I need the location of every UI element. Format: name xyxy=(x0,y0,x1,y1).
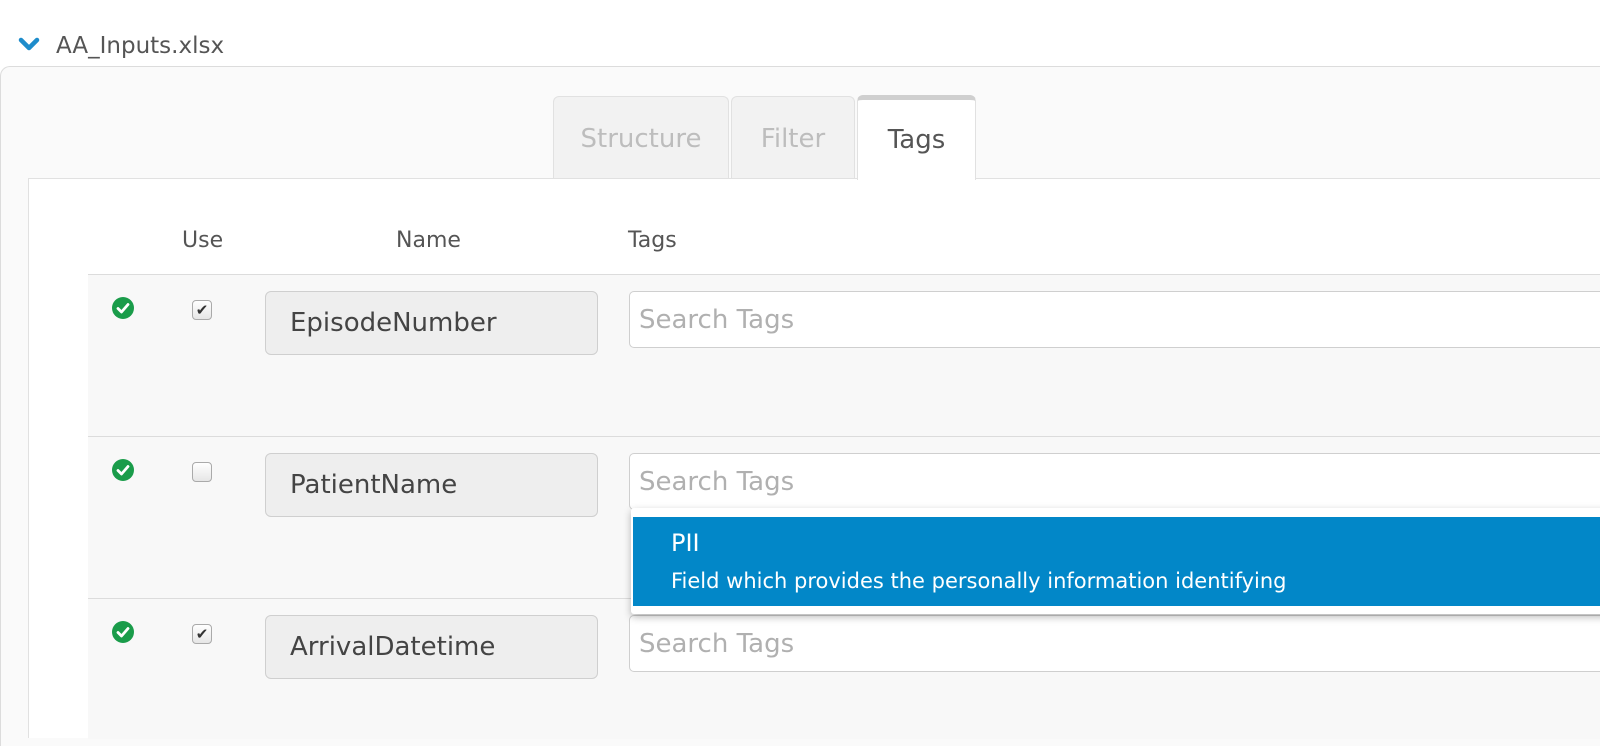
file-header[interactable]: AA_Inputs.xlsx xyxy=(0,0,1600,66)
row-divider xyxy=(88,274,1600,275)
tab-filter[interactable]: Filter xyxy=(731,96,855,180)
tag-option-title: PII xyxy=(671,529,700,557)
file-name: AA_Inputs.xlsx xyxy=(56,33,225,59)
use-checkbox[interactable] xyxy=(192,462,212,482)
chevron-down-icon[interactable] xyxy=(18,36,40,54)
row-divider xyxy=(88,436,1600,437)
name-value: EpisodeNumber xyxy=(290,308,497,338)
column-header-use: Use xyxy=(182,228,224,253)
tab-structure-label: Structure xyxy=(580,123,702,154)
use-checkbox[interactable]: ✔ xyxy=(192,300,212,320)
tab-filter-label: Filter xyxy=(760,123,826,154)
column-header-tags: Tags xyxy=(628,228,677,253)
use-checkbox[interactable]: ✔ xyxy=(192,624,212,644)
search-tags-input[interactable] xyxy=(629,615,1600,672)
tag-option-description: Field which provides the personally info… xyxy=(671,569,1287,593)
tab-tags[interactable]: Tags xyxy=(857,95,976,180)
tag-option-pii[interactable]: PII Field which provides the personally … xyxy=(633,517,1600,606)
name-value: PatientName xyxy=(290,470,458,500)
name-field: PatientName xyxy=(265,453,598,517)
tag-suggestions-dropdown: PII Field which provides the personally … xyxy=(631,508,1600,614)
tab-tags-label: Tags xyxy=(887,125,946,155)
name-value: ArrivalDatetime xyxy=(290,632,496,662)
tab-structure[interactable]: Structure xyxy=(553,96,729,180)
column-header-name: Name xyxy=(396,228,461,253)
name-field: EpisodeNumber xyxy=(265,291,598,355)
search-tags-input[interactable] xyxy=(629,453,1600,510)
name-field: ArrivalDatetime xyxy=(265,615,598,679)
check-circle-icon xyxy=(112,621,134,643)
check-circle-icon xyxy=(112,297,134,319)
check-circle-icon xyxy=(112,459,134,481)
search-tags-input[interactable] xyxy=(629,291,1600,348)
